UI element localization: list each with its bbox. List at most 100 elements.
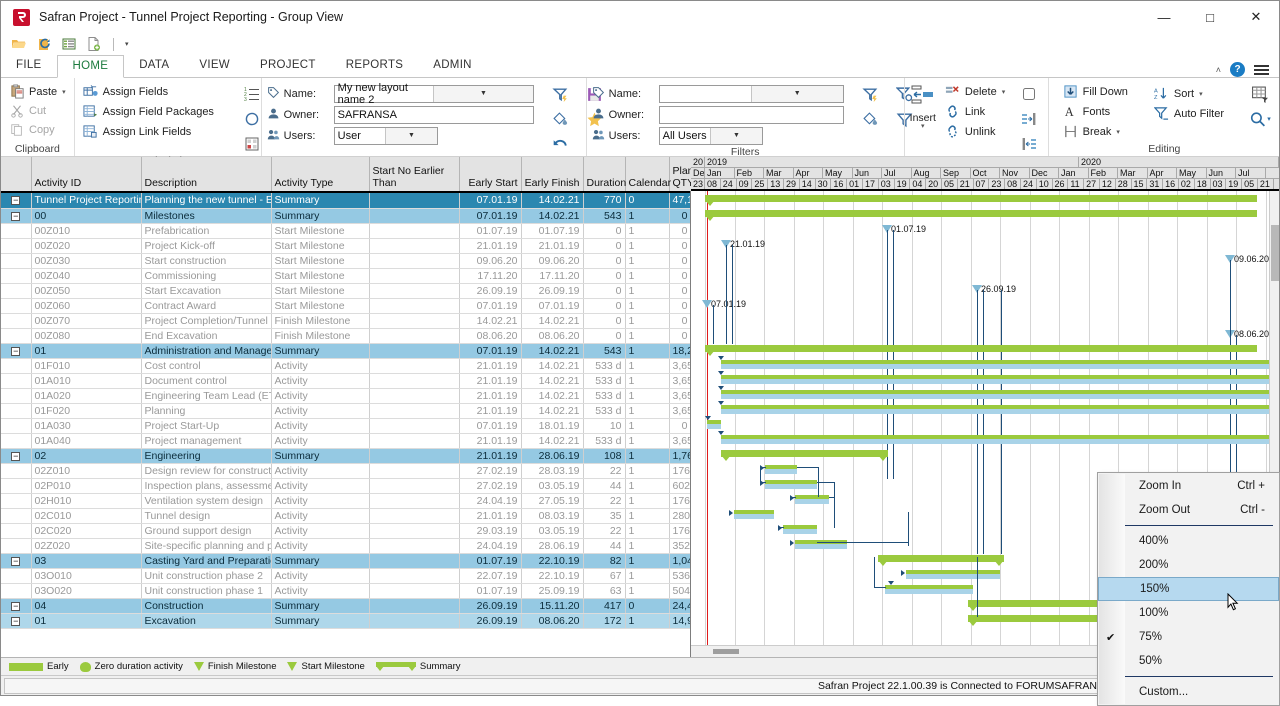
table-row[interactable]: 00Z080 End Excavation Finish Milestone 08.0… — [1, 328, 690, 344]
cell-early-start[interactable]: 07.01.19 — [459, 418, 522, 434]
cell-activity-type[interactable]: Activity — [271, 508, 370, 524]
cell-activity-type[interactable]: Activity — [271, 568, 370, 584]
cell-planned-qty[interactable]: 3,656 — [669, 358, 690, 374]
cell-activity-id[interactable]: 02 — [31, 448, 142, 464]
cell-planned-qty[interactable]: 0 — [669, 283, 690, 299]
fill-down-button[interactable]: Fill Down — [1060, 82, 1131, 101]
cell-description[interactable]: Project Completion/Tunnel Opening — [141, 313, 272, 329]
chevron-down-icon[interactable]: ▾ — [921, 123, 925, 130]
cell-start-no-earlier-than[interactable] — [369, 223, 460, 239]
new-document-icon[interactable] — [86, 36, 102, 52]
cell-start-no-earlier-than[interactable] — [369, 283, 460, 299]
table-row[interactable]: 02P010Inspection plans, assessment and r… — [1, 478, 690, 494]
cell-planned-qty[interactable]: 176 — [669, 493, 690, 509]
chevron-down-icon[interactable]: ▼ — [433, 85, 533, 102]
cell-description[interactable]: Milestones — [141, 208, 272, 224]
cell-early-finish[interactable]: 14.02.21 — [521, 193, 584, 209]
cell-early-finish[interactable]: 14.02.21 — [521, 343, 584, 359]
cell-early-start[interactable]: 21.01.19 — [459, 508, 522, 524]
cell-start-no-earlier-than[interactable] — [369, 493, 460, 509]
gantt-scroll-thumb[interactable] — [1271, 225, 1279, 281]
tab-home[interactable]: HOME — [56, 55, 125, 78]
numbered-list-icon[interactable]: 123 — [241, 84, 263, 104]
row-expander-toggle[interactable]: − — [1, 598, 32, 614]
row-expander-toggle[interactable]: − — [1, 553, 32, 569]
table-row[interactable]: −01 Excavation Summary 26.09.19 08.06.20 172 1… — [1, 613, 690, 629]
cell-planned-qty[interactable]: 14,960 — [669, 613, 690, 629]
cell-start-no-earlier-than[interactable] — [369, 403, 460, 419]
cell-activity-id[interactable]: 04 — [31, 598, 142, 614]
cell-duration[interactable]: 10 — [583, 418, 626, 434]
cell-early-start[interactable]: 24.04.19 — [459, 493, 522, 509]
paste-button[interactable]: Paste ▾ — [6, 82, 69, 101]
cell-early-start[interactable]: 09.06.20 — [459, 253, 522, 269]
cell-activity-id[interactable]: 00Z040 — [31, 268, 142, 284]
cell-planned-qty[interactable]: 24,432 — [669, 598, 690, 614]
refresh-icon[interactable] — [36, 36, 52, 52]
open-icon[interactable] — [11, 36, 27, 52]
cell-early-finish[interactable]: 14.02.21 — [521, 403, 584, 419]
cell-duration[interactable]: 22 — [583, 493, 626, 509]
cell-activity-type[interactable]: Start Milestone — [271, 268, 370, 284]
cell-activity-type[interactable]: Activity — [271, 463, 370, 479]
cell-duration[interactable]: 0 — [583, 313, 626, 329]
cell-activity-type[interactable]: Activity — [271, 358, 370, 374]
delete-row-button[interactable]: Delete ▾ — [942, 82, 1008, 101]
cell-start-no-earlier-than[interactable] — [369, 193, 460, 209]
cell-early-finish[interactable]: 28.06.19 — [521, 538, 584, 554]
cell-early-finish[interactable]: 14.02.21 — [521, 373, 584, 389]
grid-calc-icon[interactable] — [241, 134, 263, 154]
cell-calendar[interactable]: 1 — [625, 613, 670, 629]
cell-calendar[interactable]: 1 — [625, 418, 670, 434]
cell-activity-id[interactable]: 00Z030 — [31, 253, 142, 269]
cell-calendar[interactable]: 1 — [625, 448, 670, 464]
column-header-early-finish[interactable]: Early Finish — [521, 157, 584, 191]
tab-reports[interactable]: REPORTS — [331, 54, 418, 77]
cell-early-start[interactable]: 07.01.19 — [459, 193, 522, 209]
cell-start-no-earlier-than[interactable] — [369, 448, 460, 464]
cell-description[interactable]: Engineering Team Lead (ETL) — [141, 388, 272, 404]
menu-item-400[interactable]: 400% — [1098, 529, 1279, 553]
cell-calendar[interactable]: 1 — [625, 388, 670, 404]
cell-activity-id[interactable]: 01 — [31, 343, 142, 359]
cell-early-finish[interactable]: 08.03.19 — [521, 508, 584, 524]
cell-start-no-earlier-than[interactable] — [369, 418, 460, 434]
cell-activity-id[interactable]: 03O020 — [31, 583, 142, 599]
column-header-duration[interactable]: Duration — [583, 157, 626, 191]
cell-early-start[interactable]: 24.04.19 — [459, 538, 522, 554]
table-row[interactable]: 01A040 Project management Activity 21.01.19… — [1, 433, 690, 449]
cell-activity-id[interactable]: 00Z070 — [31, 313, 142, 329]
cell-description[interactable]: Administration and Management — [141, 343, 272, 359]
row-expander-toggle[interactable]: − — [1, 448, 32, 464]
filter-name-combo[interactable]: ▼ — [658, 84, 844, 103]
cell-description[interactable]: Inspection plans, assessment and rep — [141, 478, 272, 494]
cell-description[interactable]: Cost control — [141, 358, 272, 374]
column-header-planned-qty[interactable]: Planned QTY — [669, 157, 711, 191]
cell-start-no-earlier-than[interactable] — [369, 553, 460, 569]
menu-item-custom[interactable]: Custom... — [1098, 680, 1279, 704]
cell-start-no-earlier-than[interactable] — [369, 238, 460, 254]
cell-description[interactable]: Start Excavation — [141, 283, 272, 299]
cell-activity-id[interactable]: 02Z010 — [31, 463, 142, 479]
cell-activity-id[interactable]: 00Z050 — [31, 283, 142, 299]
menu-item-zoom-in[interactable]: Zoom In Ctrl + — [1098, 474, 1279, 498]
cell-early-finish[interactable]: 09.06.20 — [521, 253, 584, 269]
cell-calendar[interactable]: 0 — [625, 193, 670, 209]
cell-start-no-earlier-than[interactable] — [369, 433, 460, 449]
row-expander-toggle[interactable]: − — [1, 193, 32, 209]
collapse-icon[interactable]: − — [11, 211, 21, 221]
assign-link-fields-button[interactable]: Assign Link Fields — [80, 122, 217, 141]
chevron-down-icon[interactable]: ▾ — [125, 40, 129, 48]
cell-activity-type[interactable]: Start Milestone — [271, 223, 370, 239]
table-row[interactable]: 01A010 Document control Activity 21.01.19 14… — [1, 373, 690, 389]
cell-start-no-earlier-than[interactable] — [369, 268, 460, 284]
cell-activity-type[interactable]: Activity — [271, 493, 370, 509]
column-header-description[interactable]: Description — [141, 157, 272, 191]
layout-name-combo[interactable]: My new layout name 2 ▼ — [333, 82, 534, 106]
cell-description[interactable]: Design review for construction — [141, 463, 272, 479]
cell-planned-qty[interactable]: 352 — [669, 538, 690, 554]
cell-planned-qty[interactable]: 18,280 — [669, 343, 690, 359]
assign-field-packages-button[interactable]: Assign Field Packages — [80, 102, 217, 121]
cell-calendar[interactable]: 1 — [625, 238, 670, 254]
cell-description[interactable]: Start construction — [141, 253, 272, 269]
